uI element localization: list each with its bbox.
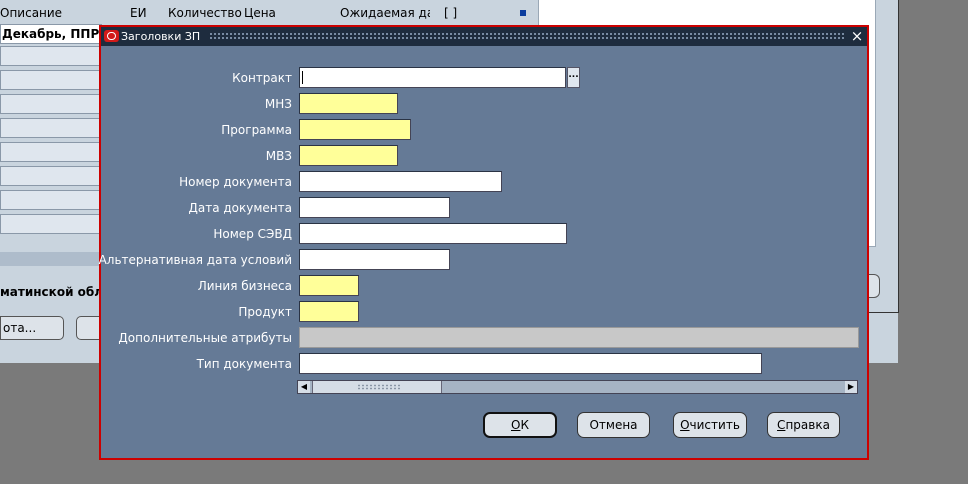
grid-row[interactable] (0, 166, 100, 186)
program-field[interactable] (299, 119, 411, 140)
label-additional-attributes: Дополнительные атрибуты (118, 331, 292, 345)
document-number-field[interactable] (299, 171, 502, 192)
cancel-label: Отмена (589, 418, 638, 432)
dialog-titlebar[interactable]: Заголовки ЗП × (101, 27, 867, 46)
contract-lov-button[interactable]: ... (567, 67, 580, 88)
label-contract: Контракт (232, 71, 292, 85)
grid-row[interactable] (0, 118, 100, 138)
clear-label: чистить (689, 418, 740, 432)
grid-row[interactable] (0, 214, 100, 234)
clear-mnemonic: О (680, 418, 690, 432)
cancel-button[interactable]: Отмена (577, 412, 650, 438)
scroll-left-icon[interactable]: ◀ (298, 381, 310, 393)
oracle-logo-icon (104, 30, 119, 42)
scrollbar-thumb[interactable] (312, 381, 442, 393)
headers-dialog: Заголовки ЗП × Контракт МНЗ Программа МВ… (99, 25, 869, 460)
column-header-uom: ЕИ (130, 6, 147, 20)
ok-label: К (520, 418, 529, 432)
business-line-field[interactable] (299, 275, 359, 296)
grid-scrollbar[interactable] (0, 252, 102, 266)
document-date-field[interactable] (299, 197, 450, 218)
scroll-right-icon[interactable]: ▶ (845, 381, 857, 393)
background-text-field: матинской обл. (0, 285, 102, 299)
grid-row[interactable] (0, 142, 100, 162)
grid-row[interactable] (0, 70, 100, 90)
label-document-date: Дата документа (188, 201, 293, 215)
ok-button[interactable]: ОК (483, 412, 557, 438)
close-icon[interactable]: × (849, 28, 865, 44)
product-field[interactable] (299, 301, 359, 322)
label-mvz: МВЗ (265, 149, 292, 163)
text-caret (302, 71, 303, 84)
document-type-field[interactable] (299, 353, 762, 374)
sevd-number-field[interactable] (299, 223, 567, 244)
additional-attributes-field (299, 327, 859, 348)
mnz-field[interactable] (299, 93, 398, 114)
label-program: Программа (221, 123, 292, 137)
label-mnz: МНЗ (264, 97, 292, 111)
column-header-description: Описание (0, 6, 63, 20)
label-document-number: Номер документа (179, 175, 292, 189)
help-label: правка (785, 418, 830, 432)
help-button[interactable]: Справка (767, 412, 840, 438)
dialog-title: Заголовки ЗП (121, 30, 201, 43)
alt-terms-date-field[interactable] (299, 249, 450, 270)
label-sevd-number: Номер СЭВД (213, 227, 292, 241)
column-header-flex[interactable]: [ ] (444, 6, 457, 20)
label-alt-terms-date: Альтернативная дата условий (98, 253, 292, 267)
selection-marker (520, 10, 526, 16)
label-document-type: Тип документа (196, 357, 292, 371)
titlebar-grip (209, 32, 845, 41)
grid-cell-description[interactable]: Декабрь, ППР на (0, 24, 102, 44)
grid-row[interactable] (0, 46, 100, 66)
background-button[interactable]: ота... (0, 316, 64, 340)
grid-header: Описание ЕИ Количество Цена Ожидаемая да… (0, 6, 500, 24)
mvz-field[interactable] (299, 145, 398, 166)
grid-row[interactable] (0, 190, 100, 210)
label-business-line: Линия бизнеса (197, 279, 292, 293)
grid-row[interactable] (0, 94, 100, 114)
column-header-expected-date: Ожидаемая да (340, 6, 430, 20)
contract-field[interactable] (299, 67, 566, 88)
column-header-quantity: Количество (168, 6, 242, 20)
label-product: Продукт (238, 305, 292, 319)
column-header-price: Цена (244, 6, 276, 20)
clear-button[interactable]: Очистить (673, 412, 747, 438)
horizontal-scrollbar[interactable]: ◀ ▶ (297, 380, 858, 394)
